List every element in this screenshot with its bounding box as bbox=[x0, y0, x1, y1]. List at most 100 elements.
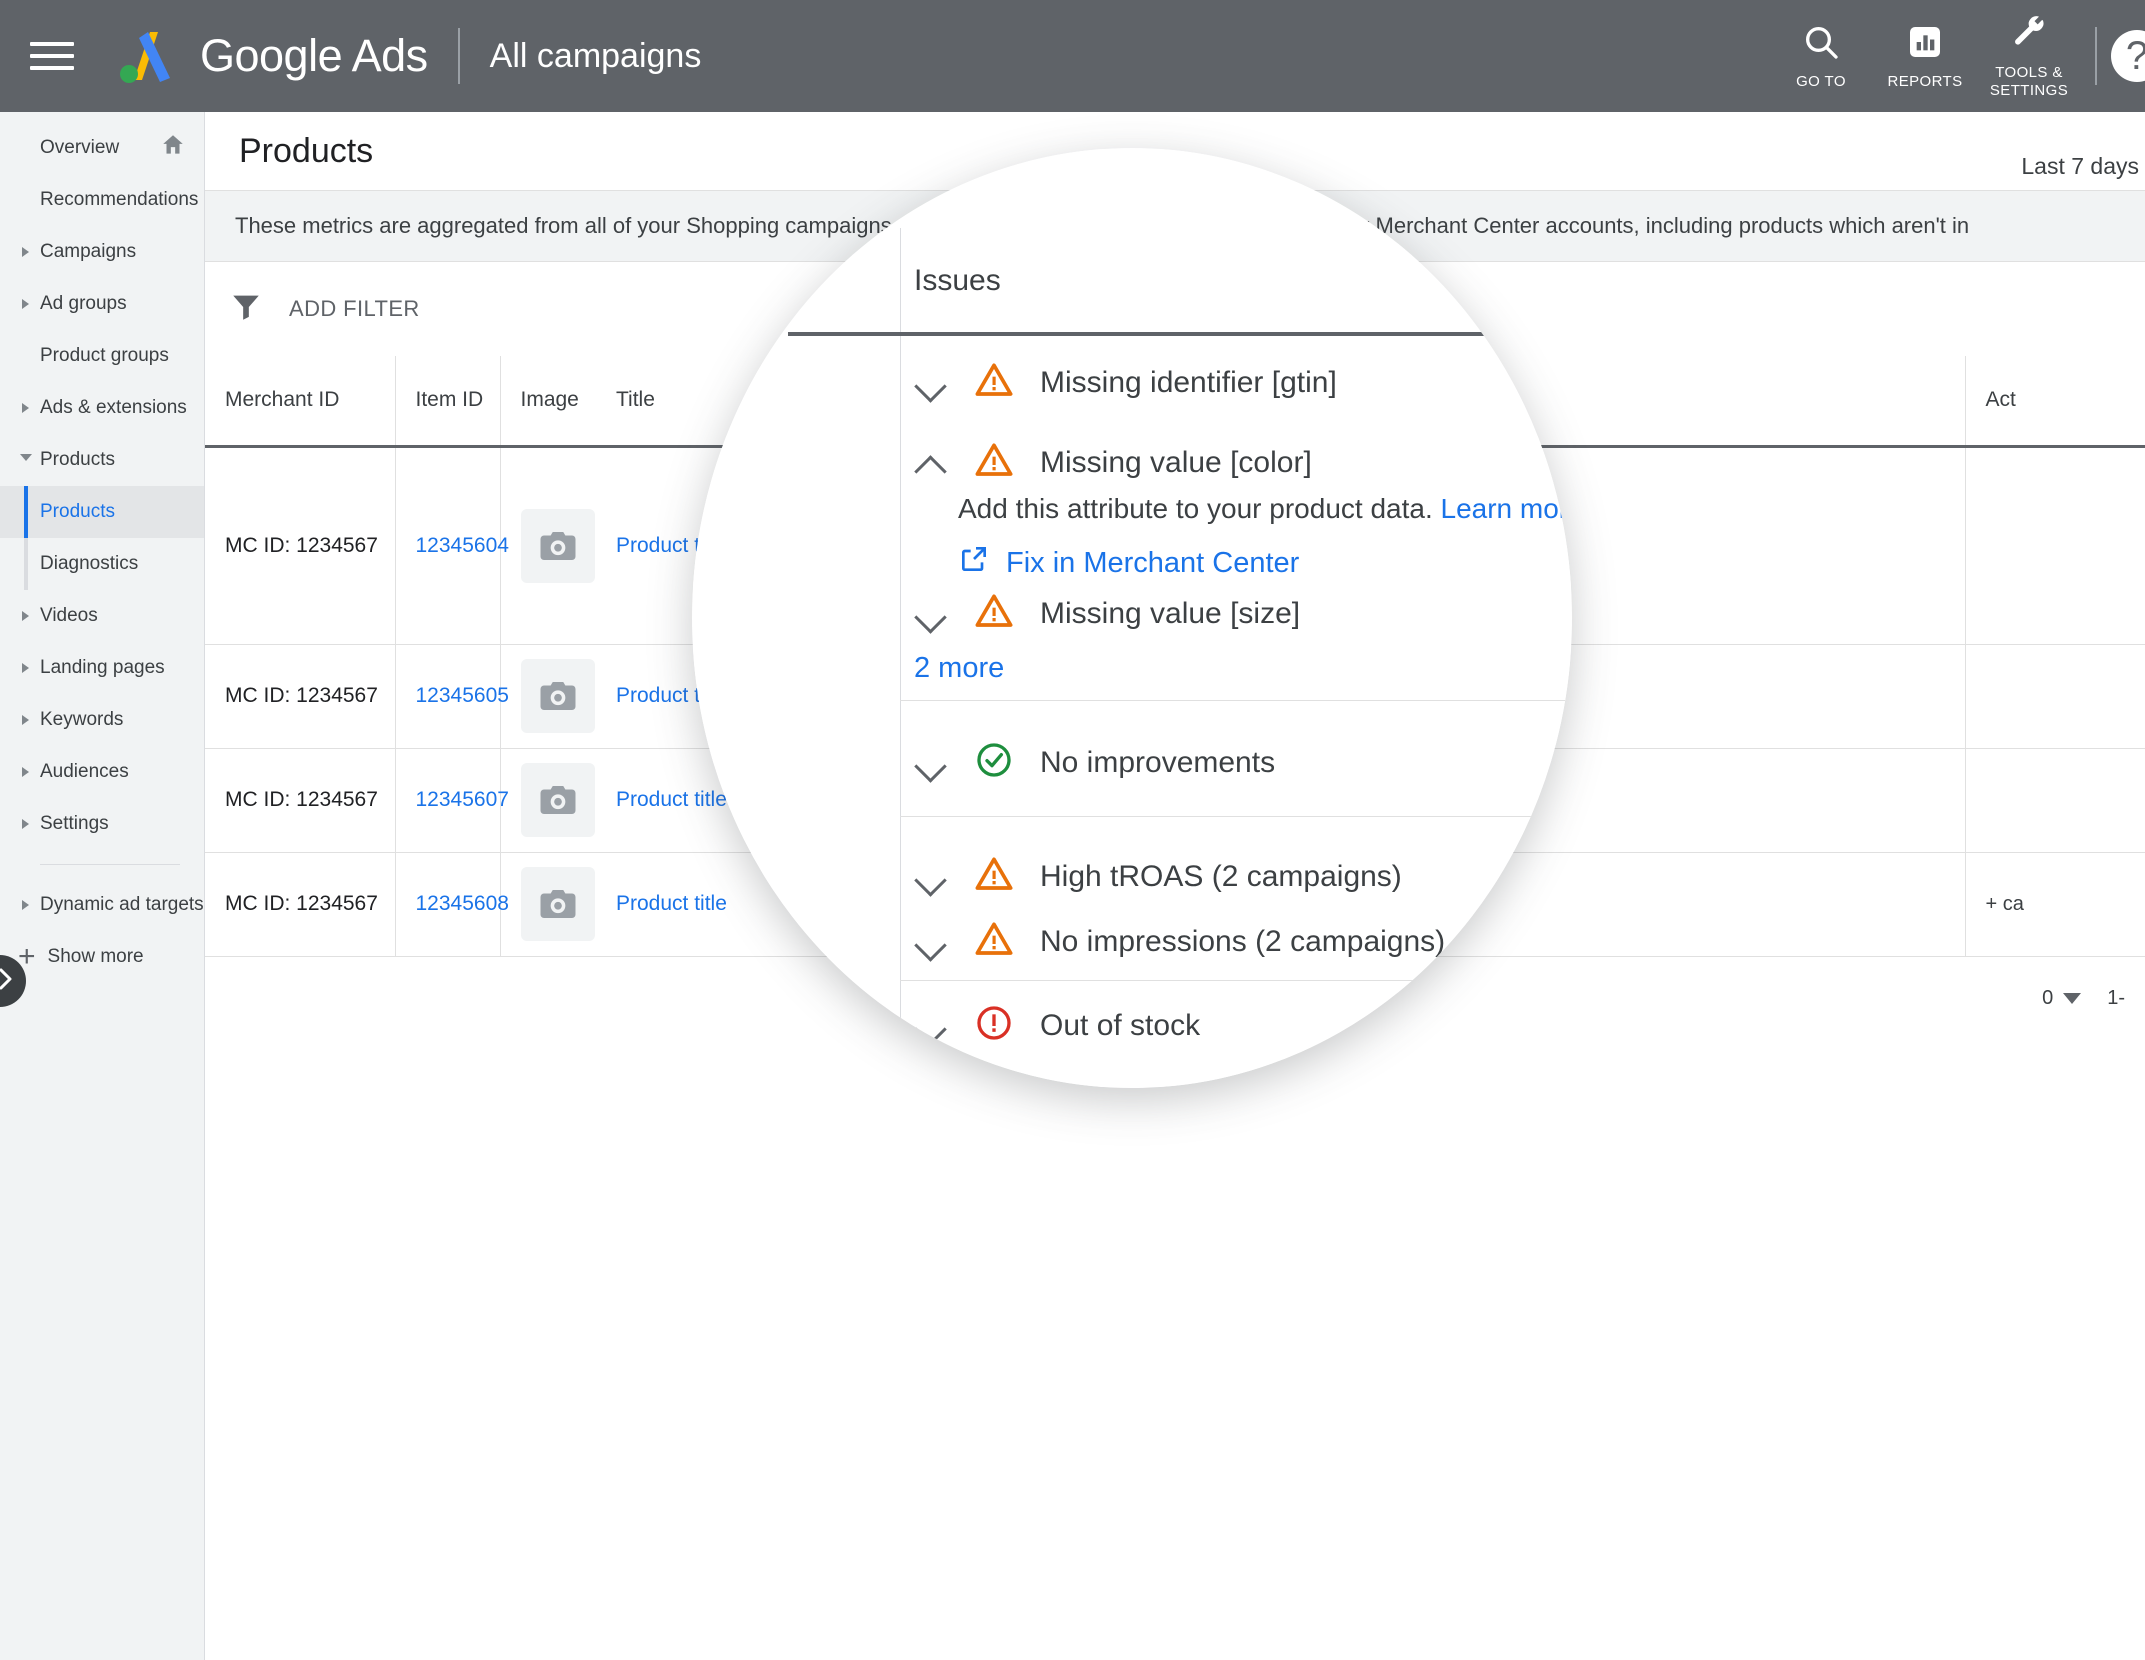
hamburger-line bbox=[30, 42, 74, 46]
cell-issues bbox=[889, 852, 1965, 957]
sidebar-item-label: Settings bbox=[40, 813, 109, 834]
camera-placeholder-icon bbox=[520, 508, 595, 583]
chevron-right-icon bbox=[22, 715, 29, 725]
chevron-right-icon bbox=[0, 966, 16, 997]
rows-per-page-select[interactable]: 0 bbox=[2042, 987, 2082, 1010]
table-body: MC ID: 1234567 12345604 Product title MC… bbox=[205, 446, 2145, 957]
column-header-actions[interactable]: Act bbox=[1964, 356, 2145, 448]
cell-item-id: 12345608 bbox=[394, 852, 509, 957]
sidebar-item-label: Audiences bbox=[40, 761, 129, 782]
column-header-title[interactable]: Title bbox=[596, 356, 890, 448]
table-row[interactable]: MC ID: 1234567 12345604 Product title bbox=[205, 446, 2145, 645]
sidebar-item-dynamic-ad-targets[interactable]: Dynamic ad targets bbox=[0, 879, 204, 931]
info-banner-text: These metrics are aggregated from all of… bbox=[235, 213, 1970, 238]
column-header-issues[interactable]: Issues bbox=[889, 356, 1965, 448]
sidebar-item-label: Ads & extensions bbox=[40, 397, 187, 418]
page-title: Products bbox=[239, 131, 374, 170]
go-to-button[interactable]: GO TO bbox=[1769, 0, 1873, 112]
cell-issues bbox=[889, 644, 1965, 749]
add-filter-button[interactable]: ADD FILTER bbox=[289, 296, 420, 322]
cell-actions bbox=[1964, 644, 2145, 749]
brand-divider bbox=[457, 28, 460, 84]
sidebar-item-keywords[interactable]: Keywords bbox=[0, 694, 204, 746]
product-title-link[interactable]: Product title bbox=[616, 788, 727, 811]
help-icon[interactable]: ? bbox=[2111, 30, 2145, 82]
sidebar-subitem-label: Products bbox=[40, 501, 115, 522]
sidebar-item-landing-pages[interactable]: Landing pages bbox=[0, 642, 204, 694]
column-header-item-id[interactable]: Item ID bbox=[394, 356, 500, 448]
cell-actions bbox=[1964, 748, 2145, 853]
sidebar-item-products[interactable]: Products bbox=[0, 434, 204, 486]
tools-settings-label-line2: SETTINGS bbox=[1989, 81, 2069, 99]
wrench-icon bbox=[2009, 13, 2049, 58]
sidebar-item-audiences[interactable]: Audiences bbox=[0, 746, 204, 798]
sidebar-show-more-button[interactable]: + Show more bbox=[0, 931, 204, 983]
column-header-merchant-id[interactable]: Merchant ID bbox=[205, 356, 395, 448]
chevron-right-icon bbox=[22, 403, 29, 413]
table-row[interactable]: MC ID: 1234567 12345608 Product title + … bbox=[205, 852, 2145, 957]
sidebar-item-label: Landing pages bbox=[40, 657, 165, 678]
product-title-link[interactable]: Product title bbox=[616, 892, 727, 915]
google-ads-logo-icon[interactable] bbox=[112, 26, 178, 86]
sidebar-item-label: Products bbox=[40, 449, 115, 470]
sidebar-item-products-sub[interactable]: Products bbox=[0, 486, 204, 538]
sidebar-item-ads-extensions[interactable]: Ads & extensions bbox=[0, 382, 204, 434]
chevron-right-icon bbox=[22, 767, 29, 777]
cell-image bbox=[499, 644, 596, 749]
sidebar-item-diagnostics[interactable]: Diagnostics bbox=[0, 538, 204, 590]
product-title-link[interactable]: Product title bbox=[616, 684, 727, 707]
cell-merchant-id: MC ID: 1234567 bbox=[205, 644, 395, 749]
cell-issues bbox=[889, 748, 1965, 853]
item-id-link[interactable]: 12345605 bbox=[416, 684, 509, 707]
camera-placeholder-icon bbox=[520, 659, 595, 733]
reports-button[interactable]: REPORTS bbox=[1873, 0, 1977, 112]
chevron-right-icon bbox=[22, 247, 29, 257]
hamburger-menu-icon[interactable] bbox=[30, 34, 74, 78]
add-campaign-label[interactable]: + ca bbox=[1986, 893, 2024, 915]
main-content: Products Last 7 days These metrics are a… bbox=[205, 112, 2145, 1660]
item-id-link[interactable]: 12345604 bbox=[416, 534, 509, 557]
sidebar-item-campaigns[interactable]: Campaigns bbox=[0, 226, 204, 278]
sidebar-item-ad-groups[interactable]: Ad groups bbox=[0, 278, 204, 330]
cell-merchant-id: MC ID: 1234567 bbox=[205, 852, 395, 957]
hamburger-line bbox=[30, 66, 74, 70]
camera-placeholder-icon bbox=[520, 867, 595, 941]
cell-image bbox=[499, 748, 596, 853]
product-title-link[interactable]: Product title bbox=[616, 534, 727, 557]
cell-title: Product title bbox=[596, 644, 890, 749]
cell-title: Product title bbox=[596, 446, 890, 645]
campaign-scope-label: All campaigns bbox=[489, 36, 702, 75]
date-range-selector[interactable]: Last 7 days bbox=[2021, 153, 2139, 180]
filter-funnel-icon[interactable] bbox=[229, 290, 263, 329]
item-id-link[interactable]: 12345607 bbox=[416, 788, 509, 811]
sidebar-divider bbox=[40, 864, 180, 865]
cell-item-id: 12345604 bbox=[394, 446, 509, 645]
rows-per-page-value: 0 bbox=[2042, 987, 2054, 1009]
sidebar-item-label: Overview bbox=[40, 137, 120, 158]
sidebar-item-recommendations[interactable]: Recommendations bbox=[0, 174, 204, 226]
sidebar-item-settings[interactable]: Settings bbox=[0, 798, 204, 850]
chevron-right-icon bbox=[22, 900, 29, 910]
info-banner: These metrics are aggregated from all of… bbox=[205, 190, 2145, 262]
cell-item-id: 12345607 bbox=[394, 748, 509, 853]
left-navigation-sidebar: Overview Recommendations Campaigns Ad gr… bbox=[0, 112, 205, 1660]
sidebar-item-product-groups[interactable]: Product groups bbox=[0, 330, 204, 382]
table-row[interactable]: MC ID: 1234567 12345607 Product title bbox=[205, 748, 2145, 853]
table-row[interactable]: MC ID: 1234567 12345605 Product title bbox=[205, 644, 2145, 749]
topbar-divider bbox=[2095, 27, 2097, 85]
top-app-bar: Google Ads All campaigns GO TO REPORTS T… bbox=[0, 0, 2145, 112]
chevron-down-icon bbox=[2063, 993, 2082, 1004]
cell-merchant-id: MC ID: 1234567 bbox=[205, 446, 395, 645]
app-root: Google Ads All campaigns GO TO REPORTS T… bbox=[0, 0, 2145, 1660]
column-header-image[interactable]: Image bbox=[499, 356, 596, 448]
sidebar-item-overview[interactable]: Overview bbox=[0, 122, 204, 174]
sidebar-item-videos[interactable]: Videos bbox=[0, 590, 204, 642]
sidebar-item-label: Dynamic ad targets bbox=[40, 894, 204, 915]
go-to-label: GO TO bbox=[1796, 72, 1846, 90]
topbar-actions: GO TO REPORTS TOOLS & SETTINGS bbox=[1769, 0, 2145, 112]
sidebar-item-label: Product groups bbox=[40, 345, 169, 366]
reports-bar-chart-icon bbox=[1905, 22, 1945, 67]
item-id-link[interactable]: 12345608 bbox=[416, 892, 509, 915]
sidebar-item-label: Recommendations bbox=[40, 189, 199, 210]
tools-settings-button[interactable]: TOOLS & SETTINGS bbox=[1977, 0, 2081, 112]
